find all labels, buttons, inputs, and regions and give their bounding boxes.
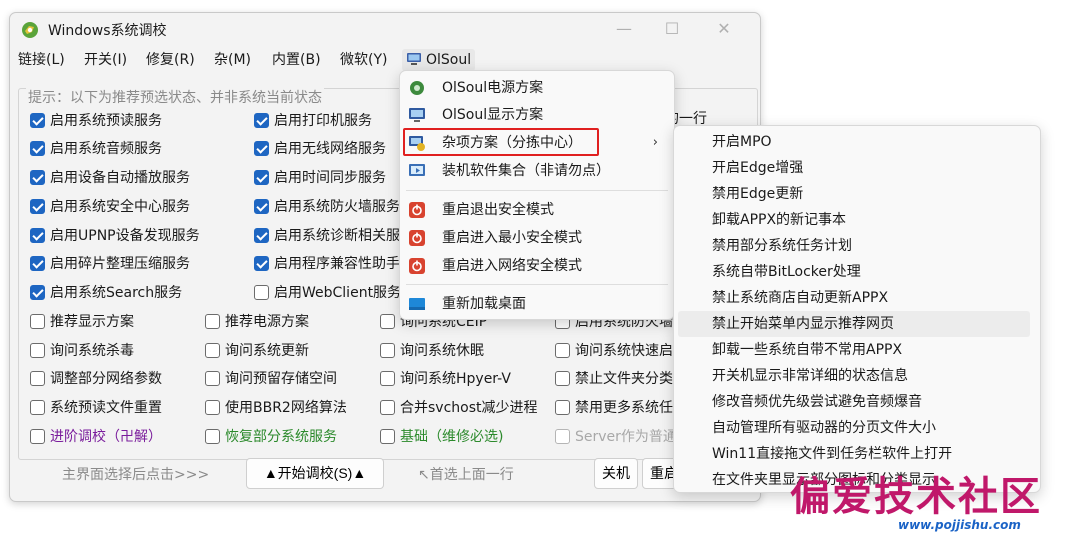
menu-separator	[406, 284, 668, 285]
submenu-item[interactable]: 禁用Edge更新	[678, 181, 1030, 207]
olsoul-dropdown-menu: OlSoul电源方案 OlSoul显示方案 杂项方案（分拣中心） › 装机软件集…	[399, 70, 675, 320]
menu-switches[interactable]: 开关(I)	[84, 49, 127, 71]
checkbox-box	[555, 343, 570, 358]
checkbox-box	[205, 343, 220, 358]
menu-bar: 链接(L) 开关(I) 修复(R) 杂(M) 内置(B) 微软(Y) OlSou…	[10, 49, 760, 71]
submenu-item[interactable]: 自动管理所有驱动器的分页文件大小	[678, 415, 1030, 441]
menu-olsoul[interactable]: OlSoul	[402, 49, 476, 71]
checkbox-box	[30, 113, 45, 128]
menu-links[interactable]: 链接(L)	[18, 49, 65, 71]
minimize-button[interactable]: —	[614, 19, 634, 39]
restart-icon	[409, 202, 425, 218]
maximize-button[interactable]: ☐	[662, 19, 682, 39]
menu-item-reload-desktop[interactable]: 重新加载桌面	[404, 291, 670, 317]
checkbox-box	[30, 228, 45, 243]
display-plan-icon	[409, 108, 425, 122]
checkbox-box	[30, 199, 45, 214]
checkbox-box	[254, 256, 269, 271]
watermark-url: www.pojjishu.com	[898, 518, 1021, 532]
checkbox-box	[254, 170, 269, 185]
menu-item-restart-network-safe[interactable]: 重启进入网络安全模式	[404, 253, 670, 279]
checkbox-box	[30, 141, 45, 156]
menu-microsoft[interactable]: 微软(Y)	[340, 49, 387, 71]
menu-misc[interactable]: 杂(M)	[214, 49, 251, 71]
restart-icon	[409, 230, 425, 246]
checkbox-box	[30, 285, 45, 300]
checkbox-box	[205, 371, 220, 386]
app-logo-icon	[22, 22, 38, 38]
menu-olsoul-label: OlSoul	[426, 52, 472, 68]
checkbox-box	[254, 199, 269, 214]
checkbox-box	[254, 285, 269, 300]
submenu-item[interactable]: 开启MPO	[678, 129, 1030, 155]
menu-builtin[interactable]: 内置(B)	[272, 49, 321, 71]
checkbox-box	[380, 371, 395, 386]
submenu-item[interactable]: 禁止系统商店自动更新APPX	[678, 285, 1030, 311]
misc-submenu: 开启MPO 开启Edge增强 禁用Edge更新 卸载APPX的新记事本 禁用部分…	[673, 125, 1041, 493]
checkbox-box	[205, 400, 220, 415]
checkbox-box	[380, 400, 395, 415]
checkbox-box	[30, 314, 45, 329]
checkbox-box	[30, 343, 45, 358]
menu-repair[interactable]: 修复(R)	[146, 49, 195, 71]
software-pack-icon	[409, 164, 425, 176]
watermark-title: 偏爱技术社区	[790, 473, 1042, 520]
close-button[interactable]: ✕	[714, 19, 734, 39]
watermark: 偏爱技术社区 www.pojjishu.com	[790, 462, 1080, 540]
submenu-item[interactable]: 禁用部分系统任务计划	[678, 233, 1030, 259]
submenu-item[interactable]: 系统自带BitLocker处理	[678, 259, 1030, 285]
checkbox-box	[254, 228, 269, 243]
menu-item-display-plan[interactable]: OlSoul显示方案	[404, 102, 670, 128]
group-hint-label: 提示：以下为推荐预选状态、并非系统当前状态	[26, 87, 324, 107]
submenu-item[interactable]: 开关机显示非常详细的状态信息	[678, 363, 1030, 389]
menu-item-power-plan[interactable]: OlSoul电源方案	[404, 75, 670, 101]
power-plan-icon	[410, 81, 424, 95]
highlight-frame	[403, 128, 599, 156]
checkbox-box	[555, 371, 570, 386]
menu-item-restart-exit-safe[interactable]: 重启退出安全模式	[404, 197, 670, 223]
checkbox-box	[30, 400, 45, 415]
restart-icon	[409, 258, 425, 274]
menu-item-software-pack[interactable]: 装机软件集合（非请勿点）	[404, 158, 670, 184]
submenu-item[interactable]: 修改音频优先级尝试避免音频爆音	[678, 389, 1030, 415]
checkbox-box	[380, 314, 395, 329]
start-tuning-button[interactable]: ▲开始调校(S)▲	[246, 458, 384, 489]
checkbox-box	[254, 113, 269, 128]
window-title: Windows系统调校	[48, 23, 167, 39]
menu-item-restart-minimal-safe[interactable]: 重启进入最小安全模式	[404, 225, 670, 251]
bottom-hint-left: 主界面选择后点击>>>	[62, 467, 210, 483]
submenu-item[interactable]: 卸载APPX的新记事本	[678, 207, 1030, 233]
menu-separator	[406, 190, 668, 191]
checkbox-box	[205, 314, 220, 329]
computer-icon	[407, 53, 421, 65]
submenu-item-hovered[interactable]: 禁止开始菜单内显示推荐网页	[678, 311, 1030, 337]
submenu-item[interactable]: 卸载一些系统自带不常用APPX	[678, 337, 1030, 363]
checkbox-box	[555, 400, 570, 415]
title-bar[interactable]: Windows系统调校 — ☐ ✕	[10, 13, 760, 45]
checkbox-box	[380, 343, 395, 358]
bottom-hint-right: ↖首选上面一行	[418, 467, 514, 483]
checkbox-box	[254, 141, 269, 156]
submenu-item[interactable]: 开启Edge增强	[678, 155, 1030, 181]
checkbox-box	[555, 429, 570, 444]
desktop-icon	[409, 298, 425, 310]
checkbox-box	[30, 170, 45, 185]
checkbox-box	[380, 429, 395, 444]
checkbox-box	[30, 256, 45, 271]
shutdown-button[interactable]: 关机	[594, 458, 638, 489]
checkbox-box	[205, 429, 220, 444]
chevron-right-icon: ›	[652, 135, 658, 150]
checkbox-box	[30, 429, 45, 444]
checkbox-box	[30, 371, 45, 386]
